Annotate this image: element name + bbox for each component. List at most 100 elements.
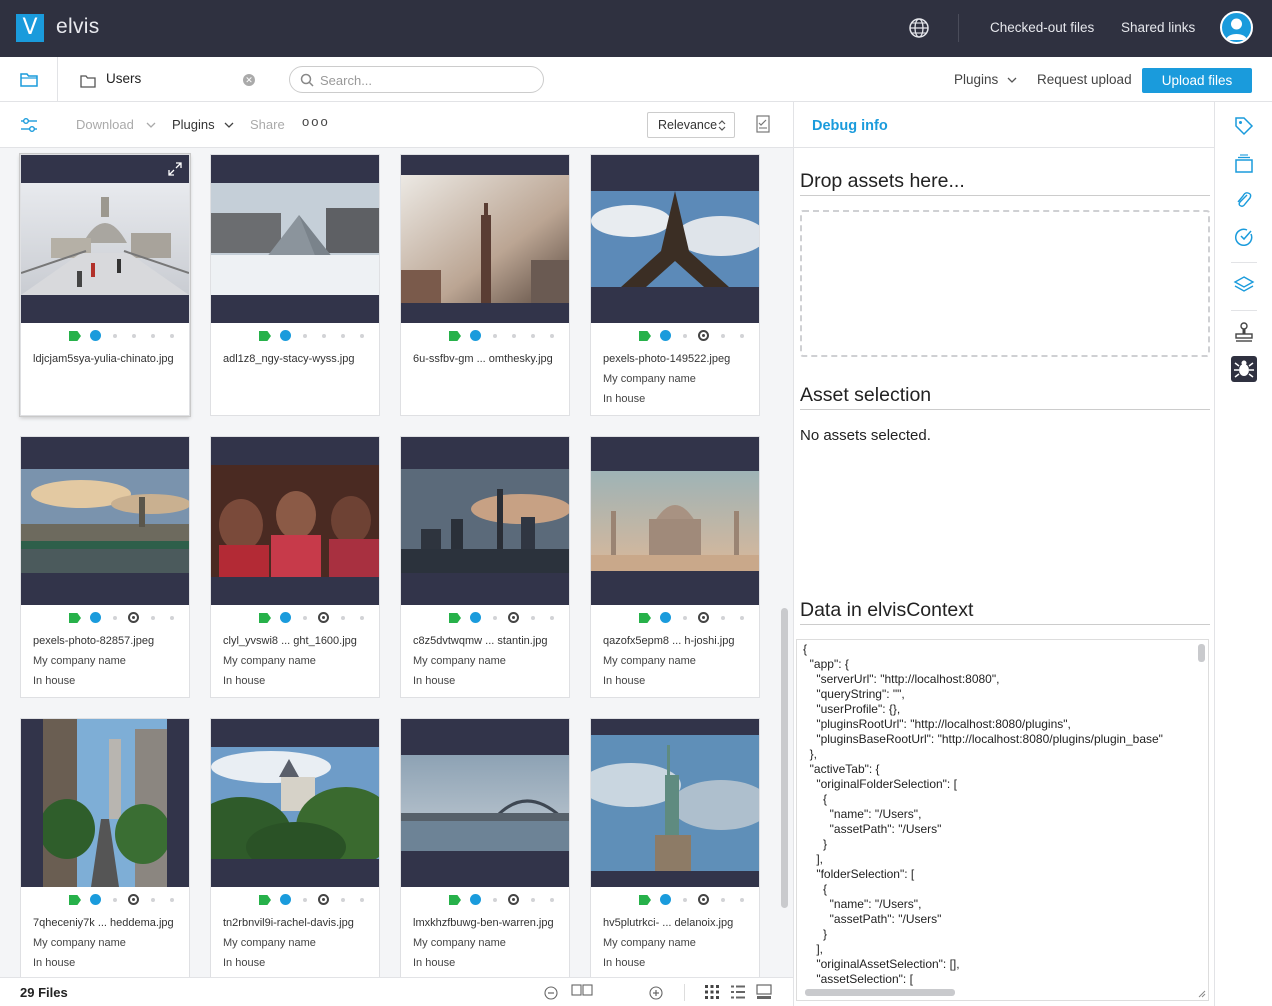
chevron-down-icon[interactable] — [224, 122, 234, 128]
grid-view-icon[interactable] — [704, 984, 720, 1000]
debug-plugin-button[interactable] — [1231, 356, 1257, 382]
elvis-logo[interactable]: V — [16, 14, 44, 42]
asset-thumbnail[interactable] — [21, 155, 189, 323]
tag-icon[interactable] — [1233, 115, 1255, 137]
asset-card[interactable]: pexels-photo-82857.jpeg My company name … — [20, 436, 190, 698]
folder-panel-button[interactable] — [0, 57, 58, 102]
check-circle-icon[interactable] — [1233, 226, 1255, 248]
tag-icon — [639, 331, 651, 341]
asset-card[interactable]: lmxkhzfbuwg-ben-warren.jpg My company na… — [400, 718, 570, 977]
copyright-icon — [128, 894, 139, 905]
more-options-button[interactable]: ooo — [302, 114, 330, 129]
thumbnail-size-icon[interactable] — [571, 984, 593, 996]
asset-card[interactable]: pexels-photo-149522.jpeg My company name… — [590, 154, 760, 416]
asset-usage: In house — [33, 957, 76, 969]
share-button[interactable]: Share — [250, 117, 285, 132]
asset-thumbnail[interactable] — [211, 437, 379, 605]
asset-company: My company name — [603, 655, 696, 667]
paperclip-icon[interactable] — [1233, 190, 1255, 212]
photo-children — [211, 465, 379, 577]
empty-status-dot — [493, 616, 497, 620]
empty-status-dot — [132, 334, 136, 338]
asset-card[interactable]: 6u-ssfbv-gm ... omthesky.jpg — [400, 154, 570, 416]
asset-card[interactable]: tn2rbnvil9i-rachel-davis.jpg My company … — [210, 718, 380, 977]
asset-card[interactable]: c8z5dvtwqmw ... stantin.jpg My company n… — [400, 436, 570, 698]
code-vertical-scrollbar[interactable] — [1198, 644, 1205, 662]
zoom-out-icon[interactable] — [544, 986, 558, 1000]
rail-divider — [1231, 262, 1257, 263]
asset-toolbar: Download Plugins Share ooo Relevance — [0, 102, 793, 148]
asset-thumbnail[interactable] — [21, 719, 189, 887]
shared-links-link[interactable]: Shared links — [1121, 20, 1195, 35]
photo-city-street — [43, 719, 167, 887]
sort-select[interactable]: Relevance — [647, 112, 735, 138]
top-bar: V elvis Checked-out files Shared links — [0, 0, 1272, 57]
layers-icon[interactable] — [1233, 274, 1255, 296]
status-dot-blue — [90, 894, 101, 905]
grid-scrollbar[interactable] — [781, 608, 788, 908]
list-view-icon[interactable] — [730, 984, 746, 1000]
expand-icon[interactable] — [167, 161, 183, 177]
plugins-toolbar-menu[interactable]: Plugins — [172, 117, 215, 132]
tab-users[interactable]: Users — [106, 71, 141, 86]
asset-card[interactable]: 7qheceniy7k ... heddema.jpg My company n… — [20, 718, 190, 977]
collections-icon[interactable] — [1233, 153, 1255, 175]
resize-handle-icon[interactable] — [1196, 988, 1206, 998]
empty-status-dot — [341, 898, 345, 902]
user-avatar[interactable] — [1220, 11, 1253, 44]
filter-sliders-icon[interactable] — [20, 117, 38, 133]
stamp-icon[interactable] — [1233, 321, 1255, 343]
asset-thumbnail[interactable] — [211, 719, 379, 887]
asset-thumbnail[interactable] — [591, 155, 759, 323]
asset-thumbnail[interactable] — [21, 437, 189, 605]
empty-status-dot — [493, 898, 497, 902]
copyright-icon — [508, 894, 519, 905]
asset-thumbnail[interactable] — [591, 437, 759, 605]
asset-thumbnail[interactable] — [401, 155, 569, 323]
user-icon — [1226, 18, 1247, 40]
tag-icon — [449, 613, 461, 623]
asset-filename: ldjcjam5sya-yulia-chinato.jpg — [33, 353, 174, 365]
asset-usage: In house — [413, 957, 456, 969]
asset-thumbnail[interactable] — [211, 155, 379, 323]
tag-icon — [639, 895, 651, 905]
tag-icon — [259, 613, 271, 623]
status-dot-blue — [660, 894, 671, 905]
asset-thumbnail[interactable] — [401, 719, 569, 887]
asset-company: My company name — [223, 937, 316, 949]
asset-card[interactable]: qazofx5epm8 ... h-joshi.jpg My company n… — [590, 436, 760, 698]
code-horizontal-scrollbar[interactable] — [805, 989, 955, 996]
asset-thumbnail[interactable] — [401, 437, 569, 605]
context-json-box[interactable]: { "app": { "serverUrl": "http://localhos… — [796, 639, 1209, 1001]
search-input[interactable]: Search... — [289, 66, 544, 93]
request-upload-link[interactable]: Request upload — [1037, 72, 1132, 87]
empty-status-dot — [322, 334, 326, 338]
plugins-menu-label: Plugins — [954, 72, 999, 87]
asset-card[interactable]: adl1z8_ngy-stacy-wyss.jpg — [210, 154, 380, 416]
panel-header: Debug info — [794, 102, 1214, 148]
upload-files-button[interactable]: Upload files — [1142, 68, 1252, 93]
asset-card[interactable]: hv5plutrkci- ... delanoix.jpg My company… — [590, 718, 760, 977]
asset-card[interactable]: clyl_yvswi8 ... ght_1600.jpg My company … — [210, 436, 380, 698]
asset-thumbnail[interactable] — [591, 719, 759, 887]
photo-statue-of-liberty — [591, 735, 759, 871]
download-button[interactable]: Download — [76, 117, 134, 132]
detail-view-icon[interactable] — [756, 984, 772, 1000]
globe-icon[interactable] — [908, 17, 930, 39]
drop-zone[interactable] — [800, 210, 1210, 357]
chevron-down-icon[interactable] — [146, 122, 156, 128]
empty-status-dot — [721, 898, 725, 902]
asset-status-icons — [69, 893, 179, 907]
empty-status-dot — [550, 616, 554, 620]
checklist-icon[interactable] — [756, 115, 770, 133]
asset-card[interactable]: ldjcjam5sya-yulia-chinato.jpg — [20, 154, 190, 416]
asset-filename: c8z5dvtwqmw ... stantin.jpg — [413, 635, 548, 647]
empty-status-dot — [550, 334, 554, 338]
tag-icon — [449, 331, 461, 341]
status-dot-blue — [660, 612, 671, 623]
plugins-menu[interactable]: Plugins — [954, 72, 1017, 87]
close-tab-icon[interactable]: ✕ — [243, 74, 255, 86]
checked-out-files-link[interactable]: Checked-out files — [990, 20, 1094, 35]
panel-title: Debug info — [812, 118, 888, 134]
zoom-in-icon[interactable] — [649, 986, 663, 1000]
